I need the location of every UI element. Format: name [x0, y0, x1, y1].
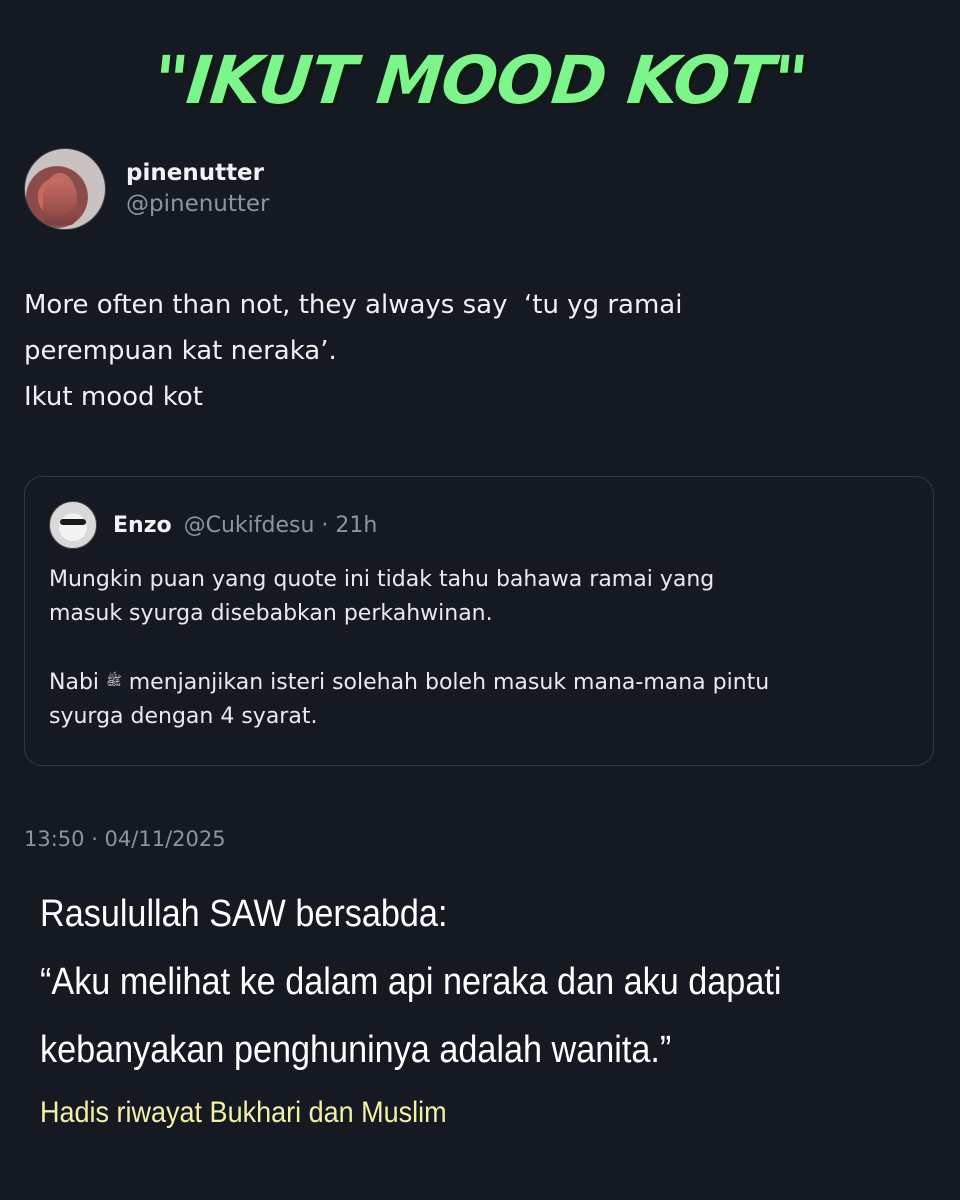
quoted-text-rest: menjanjikan isteri solehah boleh masuk m… — [128, 670, 770, 695]
post-text-line: More often than not, they always say ‘tu… — [24, 290, 683, 320]
post-author[interactable]: pinenutter @pinenutter — [24, 148, 270, 230]
hadith-line: “Aku melihat ke dalam api neraka dan aku… — [40, 961, 782, 1003]
quoted-avatar — [49, 501, 97, 549]
post-text-line: perempuan kat neraka’. — [24, 336, 337, 366]
quoted-post-text: Mungkin puan yang quote ini tidak tahu b… — [49, 563, 909, 734]
author-names: pinenutter @pinenutter — [126, 158, 270, 220]
quoted-text-line: masuk syurga disebabkan perkahwinan. — [49, 601, 493, 626]
hadith-line: Rasulullah SAW bersabda: — [40, 893, 448, 935]
quoted-text-line: Mungkin puan yang quote ini tidak tahu b… — [49, 567, 715, 592]
quoted-post-header: Enzo @Cukifdesu · 21h — [49, 501, 909, 549]
post-text: More often than not, they always say ‘tu… — [24, 282, 924, 420]
post-text-line: Ikut mood kot — [24, 382, 204, 412]
hadith-quote: Rasulullah SAW bersabda: “Aku melihat ke… — [40, 880, 940, 1084]
avatar[interactable] — [24, 148, 106, 230]
display-name[interactable]: pinenutter — [126, 158, 270, 188]
hadith-line: kebanyakan penghuninya adalah wanita.” — [40, 1029, 672, 1071]
quoted-handle-time: @Cukifdesu · 21h — [183, 512, 378, 538]
quoted-post-card[interactable]: Enzo @Cukifdesu · 21h Mungkin puan yang … — [24, 476, 934, 766]
post-timestamp[interactable]: 13:50 · 04/11/2025 — [24, 827, 226, 851]
quoted-text-prefix: Nabi — [49, 670, 100, 695]
quoted-text-line: syurga dengan 4 syarat. — [49, 704, 318, 729]
quoted-display-name: Enzo — [113, 512, 172, 538]
salawat-glyph: ﷺ — [106, 674, 122, 689]
hadith-source: Hadis riwayat Bukhari dan Muslim — [40, 1096, 447, 1129]
headline-banner: "IKUT MOOD KOT" — [149, 42, 811, 119]
quoted-text-line: Nabi ﷺ menjanjikan isteri solehah boleh … — [49, 665, 909, 700]
user-handle[interactable]: @pinenutter — [126, 188, 270, 220]
